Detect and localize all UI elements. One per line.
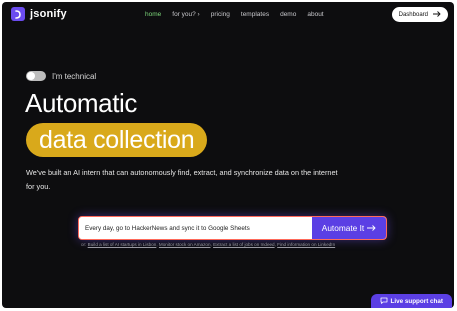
automation-search-box: Automate It xyxy=(78,216,387,240)
brand-logo[interactable]: jsonify xyxy=(11,7,67,21)
technical-toggle[interactable] xyxy=(26,71,46,81)
toggle-knob xyxy=(27,72,35,80)
automate-it-label: Automate It xyxy=(321,223,365,233)
chat-bubble-icon xyxy=(380,297,388,306)
hero-highlight: data collection xyxy=(26,123,208,157)
nav-link-home[interactable]: home xyxy=(145,11,161,18)
suggestion-link[interactable]: Find information on LinkedIn xyxy=(277,242,335,247)
jsonify-logo-icon xyxy=(11,7,25,21)
nav-link-pricing[interactable]: pricing xyxy=(211,11,230,18)
nav-link-demo[interactable]: demo xyxy=(280,11,296,18)
hero-title: Automatic xyxy=(25,88,138,118)
live-support-chat-button[interactable]: Live support chat xyxy=(370,294,452,308)
top-navbar: jsonify home for you? › pricing template… xyxy=(2,2,454,28)
automate-it-button[interactable]: Automate It xyxy=(312,217,386,239)
suggestion-links: or: Build a list of AI startups in Lisbo… xyxy=(81,242,336,247)
technical-toggle-row: I'm technical xyxy=(26,71,96,81)
dashboard-button-label: Dashboard xyxy=(398,11,428,18)
live-support-chat-label: Live support chat xyxy=(390,297,443,305)
arrow-right-icon xyxy=(367,223,376,233)
page-frame: jsonify home for you? › pricing template… xyxy=(2,2,454,308)
arrow-right-icon xyxy=(433,10,441,19)
dashboard-button[interactable]: Dashboard xyxy=(391,7,448,22)
nav-links: home for you? › pricing templates demo a… xyxy=(145,11,335,18)
suggestion-link[interactable]: Build a list of AI startups in Lisbon xyxy=(88,242,157,247)
hero-description: We've built an AI intern that can autono… xyxy=(26,168,338,191)
nav-link-about[interactable]: about xyxy=(307,11,323,18)
brand-name: jsonify xyxy=(30,8,67,20)
suggestion-link[interactable]: Extract a list of jobs on Indeed xyxy=(213,242,275,247)
nav-link-templates[interactable]: templates xyxy=(241,11,269,18)
technical-toggle-label: I'm technical xyxy=(52,71,97,81)
nav-link-for-you[interactable]: for you? › xyxy=(172,11,199,18)
automation-prompt-input[interactable] xyxy=(79,217,313,239)
suggestion-prefix: or: xyxy=(81,242,87,247)
suggestion-link[interactable]: Monitor stock on Amazon xyxy=(159,242,211,247)
